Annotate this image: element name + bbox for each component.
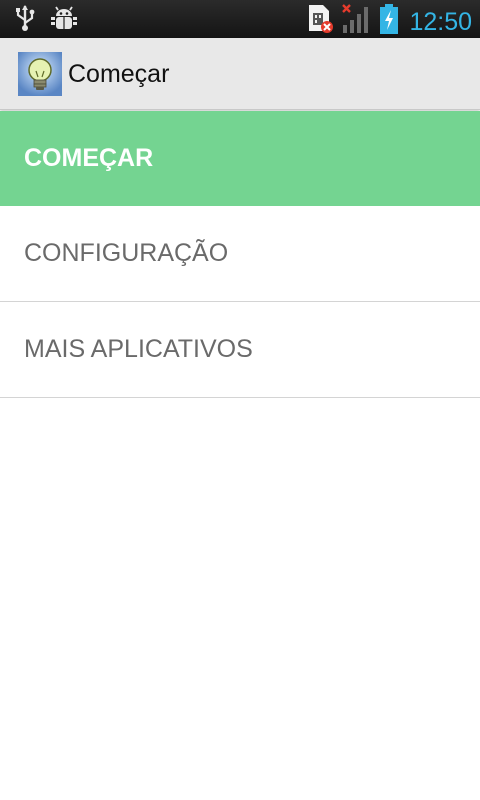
lightbulb-app-icon[interactable] (18, 52, 62, 96)
menu-item-comecar[interactable]: COMEÇAR (0, 111, 480, 206)
android-debug-icon (50, 4, 78, 37)
usb-icon (14, 4, 36, 37)
status-bar-left (14, 4, 78, 37)
battery-charging-icon (379, 3, 399, 40)
action-bar-title: Começar (68, 60, 170, 88)
status-bar: 12:50 (0, 0, 480, 38)
menu-item-mais-aplicativos[interactable]: MAIS APLICATIVOS (0, 302, 480, 398)
status-time: 12:50 (409, 7, 472, 36)
status-bar-right: 12:50 (307, 3, 472, 40)
signal-no-service-icon (341, 3, 373, 40)
menu-list: COMEÇAR CONFIGURAÇÃO MAIS APLICATIVOS (0, 111, 480, 398)
sim-error-icon (307, 3, 335, 40)
action-bar: Começar (0, 38, 480, 110)
menu-item-configuracao[interactable]: CONFIGURAÇÃO (0, 206, 480, 302)
